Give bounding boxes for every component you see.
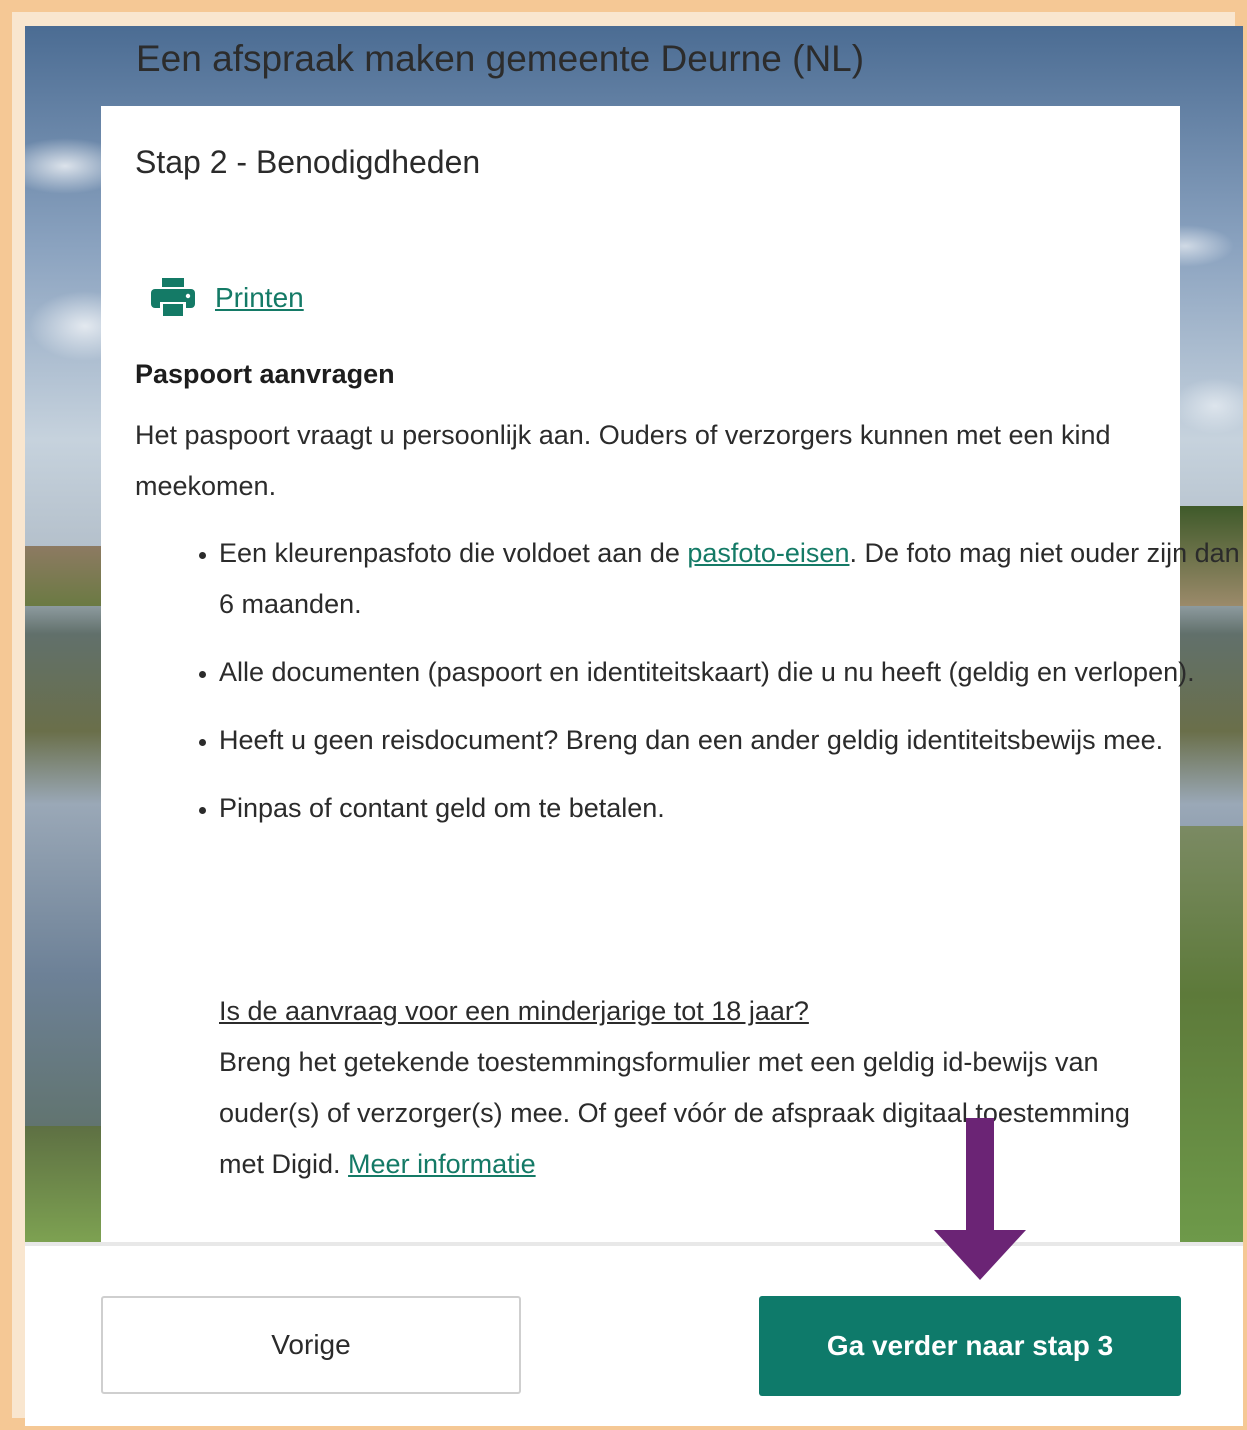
requirements-list: Een kleurenpasfoto die voldoet aan de pa… xyxy=(135,528,1247,851)
page-title: Een afspraak maken gemeente Deurne (NL) xyxy=(136,38,865,79)
list-item-text: Een kleurenpasfoto die voldoet aan de xyxy=(219,538,688,568)
list-item-text: Pinpas of contant geld om te betalen. xyxy=(219,793,665,823)
list-item: Alle documenten (paspoort en identiteits… xyxy=(219,647,1247,698)
list-item-text: Heeft u geen reisdocument? Breng dan een… xyxy=(219,725,1164,755)
minor-question: Is de aanvraag voor een minderjarige tot… xyxy=(219,996,809,1026)
arrow-down-icon xyxy=(934,1118,1026,1280)
background-grass-left xyxy=(25,1126,105,1242)
printer-icon xyxy=(151,278,195,318)
background-grass-right xyxy=(1173,826,1243,1242)
list-item-text: Alle documenten (paspoort en identiteits… xyxy=(219,657,1195,687)
step-card: Stap 2 - Benodigdheden Printen Paspoort … xyxy=(101,106,1240,1242)
print-link-label: Printen xyxy=(215,282,304,313)
list-item: Een kleurenpasfoto die voldoet aan de pa… xyxy=(219,528,1247,630)
meer-informatie-link[interactable]: Meer informatie xyxy=(348,1149,536,1179)
intro-text: Het paspoort vraagt u persoonlijk aan. O… xyxy=(135,420,1111,501)
background-reeds-left xyxy=(25,546,105,606)
list-item: Pinpas of contant geld om te betalen. xyxy=(219,783,1247,834)
section-heading: Paspoort aanvragen xyxy=(135,359,395,389)
step-navigation-footer: Vorige Ga verder naar stap 3 xyxy=(25,1242,1243,1426)
print-link[interactable]: Printen xyxy=(151,278,304,318)
list-item: Heeft u geen reisdocument? Breng dan een… xyxy=(219,715,1247,766)
step-title: Stap 2 - Benodigdheden xyxy=(135,144,481,180)
next-step-button[interactable]: Ga verder naar stap 3 xyxy=(759,1296,1181,1396)
pasfoto-eisen-link[interactable]: pasfoto-eisen xyxy=(687,538,849,568)
previous-button[interactable]: Vorige xyxy=(101,1296,521,1394)
